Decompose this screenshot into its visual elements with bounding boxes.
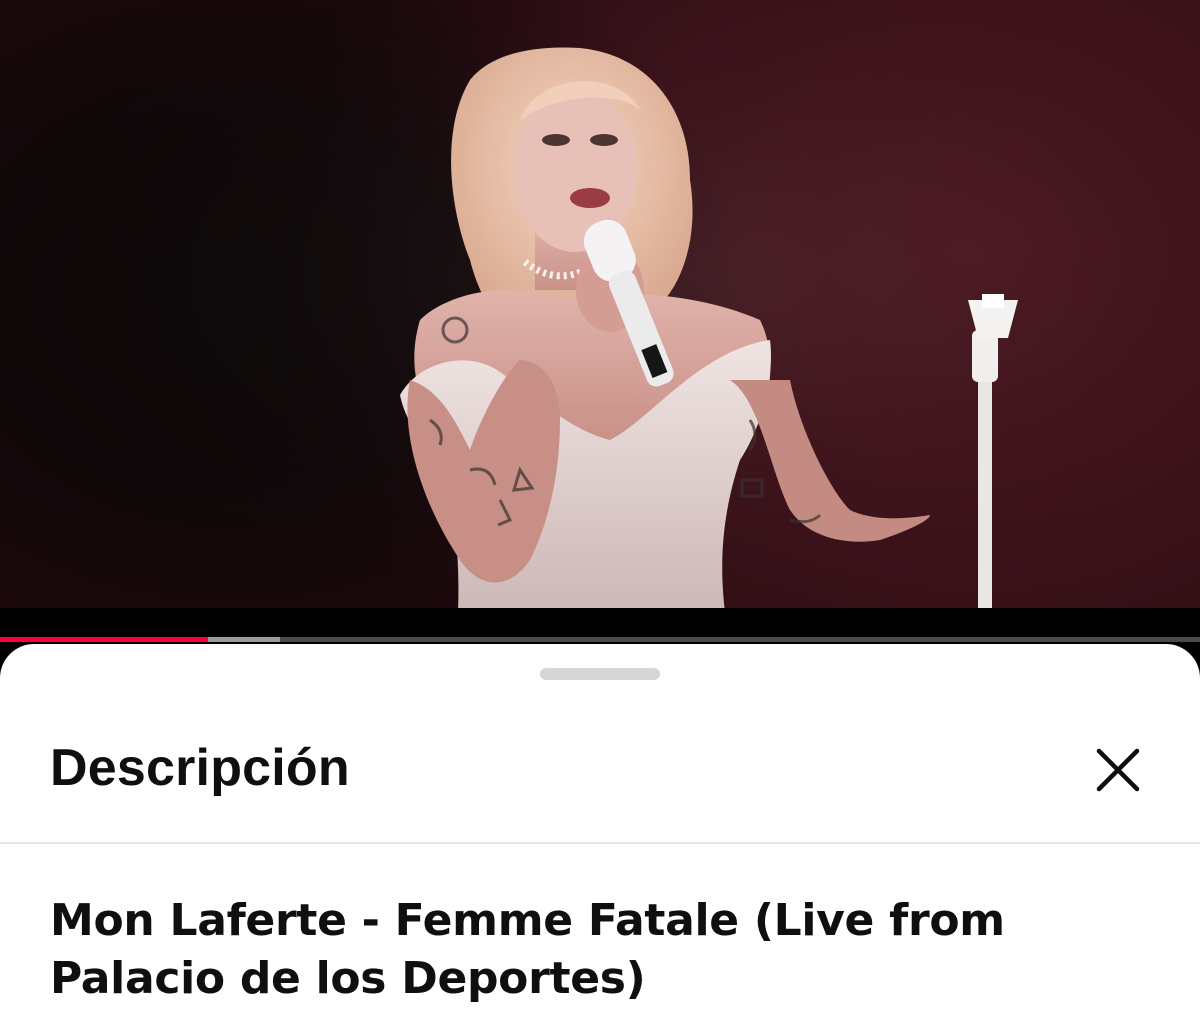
video-frame <box>0 0 1200 612</box>
close-button[interactable] <box>1086 738 1150 802</box>
video-progress-bar[interactable] <box>0 637 1200 642</box>
video-title: Mon Laferte - Femme Fatale (Live from Pa… <box>50 895 1005 1004</box>
drag-handle[interactable] <box>540 668 660 680</box>
app-screen: Descripción Mon Laferte - Femme Fatale (… <box>0 0 1200 1031</box>
video-bottom-bar <box>0 608 1200 638</box>
video-player[interactable] <box>0 0 1200 612</box>
description-sheet: Descripción Mon Laferte - Femme Fatale (… <box>0 644 1200 1031</box>
progress-played <box>0 637 208 642</box>
sheet-divider <box>0 842 1200 844</box>
close-icon <box>1096 748 1140 792</box>
sheet-title: Descripción <box>50 739 350 797</box>
